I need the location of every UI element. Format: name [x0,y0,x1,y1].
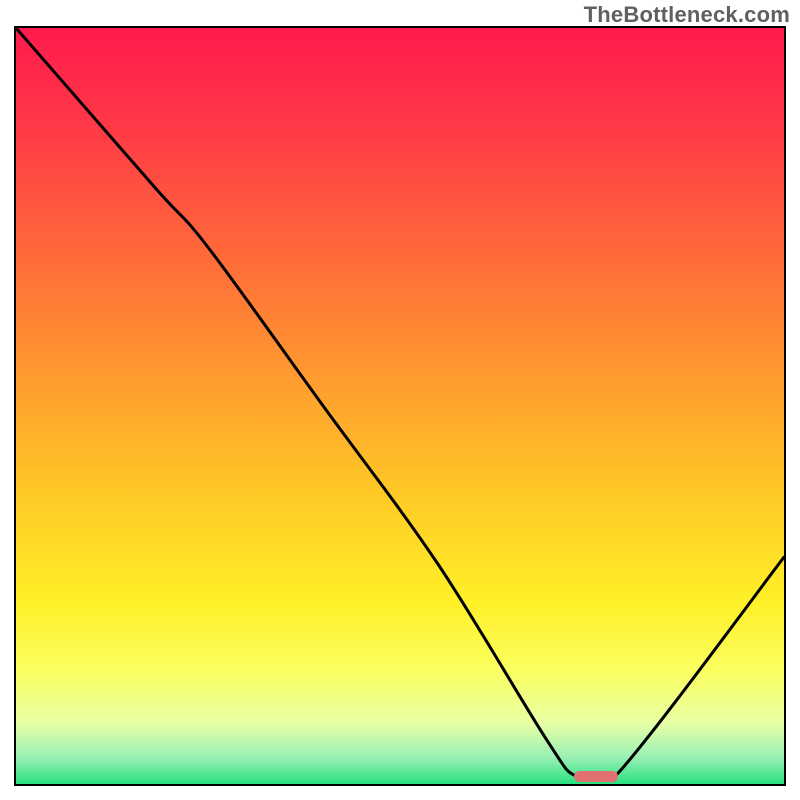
valley-marker [574,771,618,782]
bottleneck-curve [16,28,784,776]
watermark-text: TheBottleneck.com [584,2,790,28]
curve-svg [16,28,784,784]
chart-stage: TheBottleneck.com [0,0,800,800]
